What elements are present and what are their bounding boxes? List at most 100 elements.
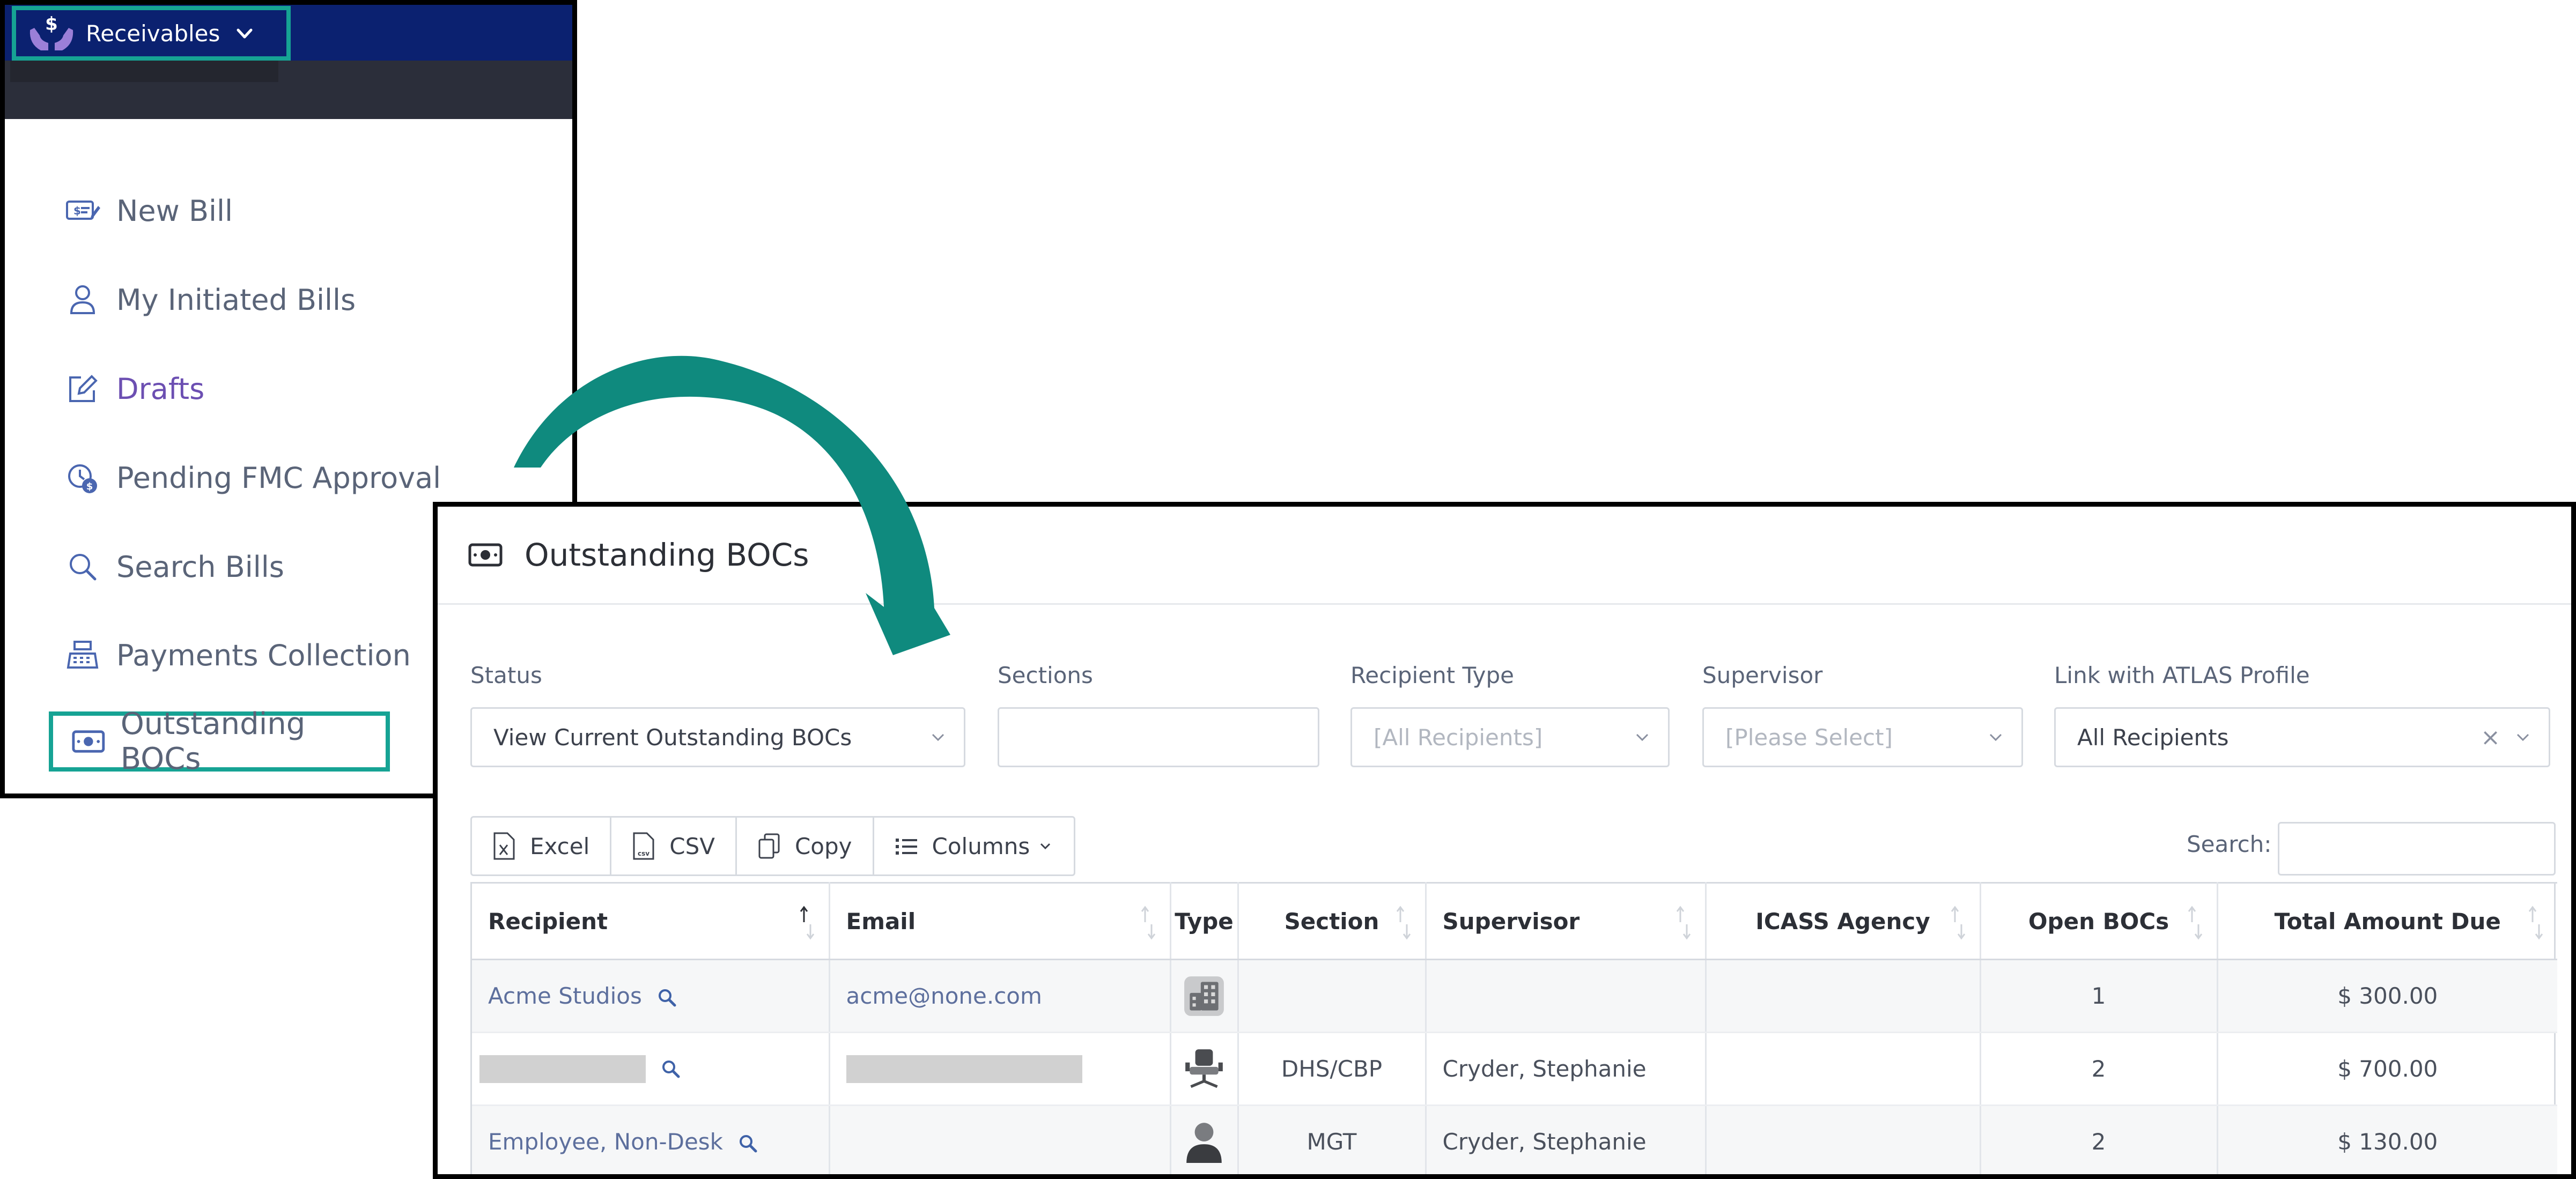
recipient-link[interactable]: Employee, Non-Desk xyxy=(488,1129,723,1155)
supervisor-cell xyxy=(1426,959,1707,1033)
receivables-label: Receivables xyxy=(86,20,220,47)
redacted-recipient xyxy=(479,1055,646,1084)
cash-register-icon xyxy=(67,641,99,669)
supervisor-filter-label: Supervisor xyxy=(1702,662,1823,688)
menu-item-label: Search Bills xyxy=(116,550,284,584)
menu-item-label: Pending FMC Approval xyxy=(116,461,441,495)
menu-item-outstanding-bocs[interactable]: Outstanding BOCs xyxy=(49,707,390,776)
menu-item-label: Payments Collection xyxy=(116,638,411,672)
column-header-section[interactable]: Section xyxy=(1238,882,1427,960)
menu-item-pending-fmc-approval[interactable]: $ Pending FMC Approval xyxy=(65,451,537,505)
columns-button[interactable]: Columns xyxy=(874,818,1074,874)
icass-agency-cell xyxy=(1706,959,1981,1033)
column-header-icass-agency[interactable]: ICASS Agency xyxy=(1706,882,1981,960)
type-cell xyxy=(1170,959,1239,1033)
atlas-select-value: All Recipients xyxy=(2077,724,2229,751)
column-header-email[interactable]: Email xyxy=(829,882,1171,960)
recipient-link[interactable]: Acme Studios xyxy=(488,983,642,1009)
sort-icon xyxy=(1396,906,1411,940)
receivables-dropdown-button[interactable]: $ Receivables xyxy=(12,6,291,61)
svg-text:csv: csv xyxy=(638,850,649,857)
atlas-profile-select[interactable]: All Recipients × xyxy=(2054,707,2550,767)
sort-icon xyxy=(1676,906,1691,940)
menu-item-label: Outstanding BOCs xyxy=(120,707,306,776)
type-cell xyxy=(1170,1032,1239,1106)
excel-file-icon xyxy=(493,832,515,860)
recipient-type-select[interactable]: [All Recipients] xyxy=(1350,707,1670,767)
menu-item-label: My Initiated Bills xyxy=(116,283,356,317)
outstanding-bocs-panel: Outstanding BOCs Status Sections Recipie… xyxy=(433,502,2576,1179)
pending-money-icon: $ xyxy=(68,464,97,493)
total-amount-cell: $ 300.00 xyxy=(2217,959,2557,1033)
table-row: DHS/CBP Cryder, Stephanie 2 $ 700.00 xyxy=(472,1032,2557,1106)
email-cell xyxy=(829,1105,1171,1174)
column-header-label: Type xyxy=(1175,908,1234,935)
open-bocs-cell: 2 xyxy=(1980,1032,2218,1106)
chevron-down-icon xyxy=(237,28,253,39)
copy-icon xyxy=(758,833,780,859)
supervisor-select[interactable]: [Please Select] xyxy=(1702,707,2023,767)
supervisor-cell: Cryder, Stephanie xyxy=(1426,1032,1707,1106)
search-input[interactable] xyxy=(2278,822,2556,876)
search-icon[interactable] xyxy=(656,987,678,1009)
copy-button[interactable]: Copy xyxy=(737,818,874,874)
column-header-supervisor[interactable]: Supervisor xyxy=(1426,882,1707,960)
sort-icon xyxy=(1141,906,1155,940)
chevron-down-icon xyxy=(1636,733,1649,741)
chevron-down-icon xyxy=(932,733,944,741)
open-bocs-cell: 2 xyxy=(1980,1105,2218,1174)
excel-label: Excel xyxy=(530,833,590,859)
column-header-type[interactable]: Type xyxy=(1170,882,1239,960)
search-label: Search: xyxy=(2187,831,2272,857)
receivables-hands-money-icon: $ xyxy=(29,13,73,50)
atlas-filter-label: Link with ATLAS Profile xyxy=(2054,662,2310,688)
column-header-label: Recipient xyxy=(488,908,608,935)
recipient-type-filter-label: Recipient Type xyxy=(1350,662,1514,688)
csv-button[interactable]: csv CSV xyxy=(611,818,737,874)
chevron-down-icon xyxy=(2516,733,2529,741)
column-header-label: Total Amount Due xyxy=(2274,908,2501,935)
clear-icon[interactable]: × xyxy=(2481,724,2500,751)
table-header-row: Recipient Email Type Section Supervisor … xyxy=(472,882,2557,960)
email-cell xyxy=(829,1032,1171,1106)
email-cell: acme@none.com xyxy=(829,959,1171,1033)
total-amount-cell: $ 700.00 xyxy=(2217,1032,2557,1106)
section-cell xyxy=(1238,959,1427,1033)
sort-icon xyxy=(1951,906,1965,940)
status-select[interactable]: View Current Outstanding BOCs xyxy=(470,707,965,767)
svg-text:$: $ xyxy=(86,481,93,492)
excel-button[interactable]: Excel xyxy=(472,818,612,874)
panel-header: Outstanding BOCs xyxy=(438,507,2571,605)
open-bocs-cell: 1 xyxy=(1980,959,2218,1033)
svg-text:$: $ xyxy=(73,204,81,217)
menu-item-my-initiated-bills[interactable]: My Initiated Bills xyxy=(65,273,537,327)
column-header-open-bocs[interactable]: Open BOCs xyxy=(1980,882,2218,960)
column-header-label: ICASS Agency xyxy=(1755,908,1930,935)
total-amount-cell: $ 130.00 xyxy=(2217,1105,2557,1174)
user-icon xyxy=(70,285,95,314)
sections-input[interactable] xyxy=(998,707,1319,767)
dropdown-shadow xyxy=(10,61,278,82)
sections-filter-label: Sections xyxy=(998,662,1093,688)
menu-item-drafts[interactable]: Drafts xyxy=(65,362,537,416)
column-header-total-amount-due[interactable]: Total Amount Due xyxy=(2217,882,2557,960)
copy-label: Copy xyxy=(794,833,852,859)
menu-item-label: New Bill xyxy=(116,194,233,228)
column-header-label: Supervisor xyxy=(1442,908,1580,935)
table-row: Acme Studios acme@none.com 1 $ 300.00 xyxy=(472,959,2557,1033)
columns-label: Columns xyxy=(932,833,1030,859)
recipient-cell: Employee, Non-Desk xyxy=(472,1105,830,1174)
svg-text:$: $ xyxy=(45,13,58,35)
search-icon[interactable] xyxy=(660,1058,682,1080)
search-icon[interactable] xyxy=(737,1133,759,1154)
edit-icon xyxy=(69,375,98,402)
menu-item-new-bill[interactable]: $ New Bill xyxy=(65,184,537,238)
supervisor-cell: Cryder, Stephanie xyxy=(1426,1105,1707,1174)
recipient-type-placeholder: [All Recipients] xyxy=(1374,724,1543,751)
top-nav-bar: $ Receivables xyxy=(5,5,572,119)
sort-icon xyxy=(2188,906,2202,940)
column-header-recipient[interactable]: Recipient xyxy=(472,882,830,960)
email-link[interactable]: acme@none.com xyxy=(846,983,1042,1009)
redacted-email xyxy=(846,1055,1082,1084)
menu-item-label: Drafts xyxy=(116,372,205,406)
